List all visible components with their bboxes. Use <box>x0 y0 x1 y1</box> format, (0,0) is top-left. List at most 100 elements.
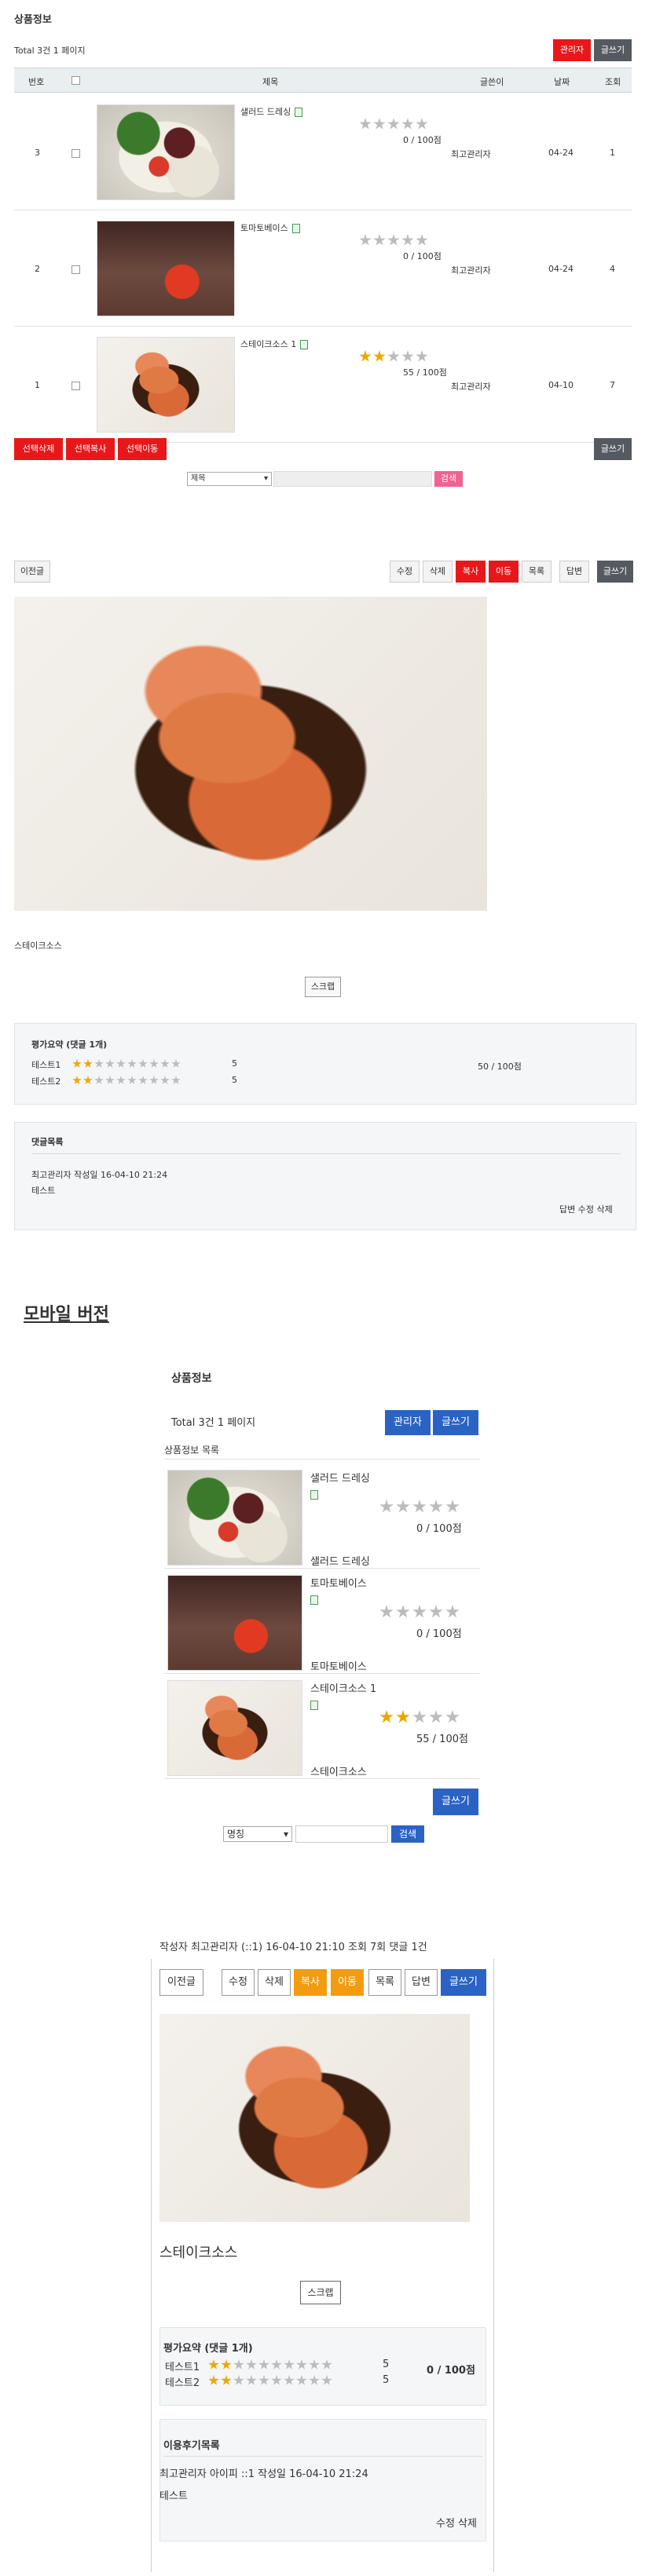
star-icon <box>401 118 414 130</box>
row-author: 최고관리자 <box>451 265 491 276</box>
admin-button[interactable]: 관리자 <box>553 39 591 61</box>
star-icon <box>246 2375 257 2385</box>
comment-list-title: 댓글목록 <box>31 1137 64 1147</box>
write-button[interactable]: 글쓰기 <box>594 39 632 61</box>
row-rating-stars <box>359 350 428 363</box>
search-field-select[interactable]: 제목 ▾ <box>187 472 272 486</box>
bulk-delete-button[interactable]: 선택삭제 <box>14 438 63 460</box>
row-checkbox[interactable] <box>71 149 80 158</box>
edit-button[interactable]: 수정 <box>390 561 420 583</box>
mobile-search-input[interactable] <box>295 1825 388 1843</box>
mobile-chevron-down-icon: ▾ <box>283 1829 288 1840</box>
list-button[interactable]: 목록 <box>522 561 552 583</box>
star-icon <box>396 1710 410 1723</box>
mobile-scrap-button[interactable]: 스크랩 <box>300 2281 341 2304</box>
mobile-item-title[interactable]: 샐러드 드레싱 <box>310 1470 370 1485</box>
mobile-copy-button[interactable]: 복사 <box>294 1969 327 1996</box>
row-checkbox[interactable] <box>71 382 80 390</box>
mobile-search-field-select-value: 명칭 <box>227 1829 245 1840</box>
row-title-link[interactable]: 토마토베이스 <box>240 221 300 234</box>
mobile-list-button[interactable]: 목록 <box>368 1969 401 1996</box>
col-header-num: 번호 <box>28 77 45 87</box>
star-icon <box>233 2359 244 2370</box>
search-input[interactable] <box>273 471 432 487</box>
row-thumbnail[interactable] <box>97 337 235 433</box>
mobile-item-title[interactable]: 토마토베이스 <box>310 1575 367 1590</box>
rating-summary-title: 평가요약 (댓글 1개) <box>31 1040 108 1050</box>
mobile-item-score: 55 / 100점 <box>416 1734 468 1745</box>
mobile-heading: 모바일 버전 <box>24 1305 109 1325</box>
star-icon <box>445 1605 460 1618</box>
mobile-view-write-button[interactable]: 글쓰기 <box>441 1969 486 1996</box>
write-button-bottom[interactable]: 글쓰기 <box>594 438 632 460</box>
col-header-date: 날짜 <box>554 77 570 87</box>
comment-meta: 최고관리자 작성일 16-04-10 21:24 <box>31 1170 168 1180</box>
mobile-edit-button[interactable]: 수정 <box>222 1969 255 1996</box>
row-date: 04-24 <box>548 148 574 158</box>
row-score: 0 / 100점 <box>403 251 442 261</box>
mobile-item-thumbnail[interactable] <box>167 1470 302 1566</box>
search-button[interactable]: 검색 <box>434 471 463 487</box>
mobile-write-button-bottom[interactable]: 글쓰기 <box>433 1789 478 1815</box>
mobile-reply-button[interactable]: 답변 <box>405 1969 438 1996</box>
mobile-item-divider <box>164 1568 480 1569</box>
star-icon <box>149 1059 159 1068</box>
move-button[interactable]: 이동 <box>489 561 519 583</box>
rating-name: 테스트1 <box>31 1060 61 1070</box>
star-icon <box>296 2359 307 2370</box>
mobile-post-title: 스테이크소스 <box>159 2245 238 2261</box>
row-author: 최고관리자 <box>451 382 491 392</box>
chevron-down-icon: ▾ <box>263 474 268 483</box>
mobile-search-field-select[interactable]: 명칭 ▾ <box>223 1826 292 1842</box>
mobile-rating-score: 5 <box>383 2374 390 2386</box>
star-icon <box>271 2359 282 2370</box>
scrap-button[interactable]: 스크랩 <box>305 977 341 997</box>
bulk-move-button[interactable]: 선택이동 <box>118 438 167 460</box>
star-icon <box>373 350 386 362</box>
row-title-link[interactable]: 스테이크소스 1 <box>240 338 309 350</box>
mobile-file-icon <box>310 1701 318 1710</box>
reply-button[interactable]: 답변 <box>559 561 589 583</box>
view-write-button[interactable]: 글쓰기 <box>597 561 633 583</box>
mobile-write-button[interactable]: 글쓰기 <box>433 1410 478 1435</box>
mobile-delete-button[interactable]: 삭제 <box>258 1969 291 1996</box>
delete-button[interactable]: 삭제 <box>423 561 453 583</box>
comment-actions[interactable]: 답변 수정 삭제 <box>559 1203 613 1215</box>
star-icon <box>83 1076 93 1084</box>
total-count: Total 3건 1 페이지 <box>14 46 86 56</box>
star-icon <box>221 2359 232 2370</box>
row-checkbox[interactable] <box>71 265 80 274</box>
row-title-link[interactable]: 샐러드 드레싱 <box>240 105 303 118</box>
star-icon <box>246 2359 257 2370</box>
star-icon <box>359 350 372 362</box>
star-icon <box>296 2375 307 2385</box>
comment-divider <box>31 1153 621 1154</box>
copy-button[interactable]: 복사 <box>456 561 486 583</box>
row-date: 04-24 <box>548 264 574 274</box>
mobile-search-button[interactable]: 검색 <box>391 1825 424 1843</box>
star-icon <box>412 1710 427 1723</box>
mobile-item-subtitle: 스테이크소스 <box>310 1767 367 1778</box>
select-all-checkbox[interactable] <box>71 76 80 85</box>
mobile-prev-post-button[interactable]: 이전글 <box>159 1969 203 1996</box>
row-thumbnail[interactable] <box>97 221 235 316</box>
star-icon <box>160 1059 170 1068</box>
row-number: 1 <box>35 380 40 390</box>
bulk-copy-button[interactable]: 선택복사 <box>66 438 115 460</box>
prev-post-button[interactable]: 이전글 <box>14 561 50 583</box>
star-icon <box>416 118 428 130</box>
row-thumbnail[interactable] <box>97 104 235 200</box>
star-icon <box>116 1059 126 1068</box>
mobile-item-thumbnail[interactable] <box>167 1575 302 1671</box>
row-rating-stars <box>359 118 428 130</box>
star-icon <box>105 1076 115 1084</box>
mobile-item-title[interactable]: 스테이크소스 1 <box>310 1680 376 1695</box>
mobile-move-button[interactable]: 이동 <box>331 1969 364 1996</box>
star-icon <box>321 2375 332 2385</box>
mobile-admin-button[interactable]: 관리자 <box>385 1410 431 1435</box>
mobile-item-thumbnail[interactable] <box>167 1680 302 1776</box>
star-icon <box>373 118 386 130</box>
mobile-board-title: 상품정보 <box>171 1372 212 1385</box>
star-icon <box>94 1059 104 1068</box>
mobile-comment-actions[interactable]: 수정 삭제 <box>436 2515 477 2530</box>
